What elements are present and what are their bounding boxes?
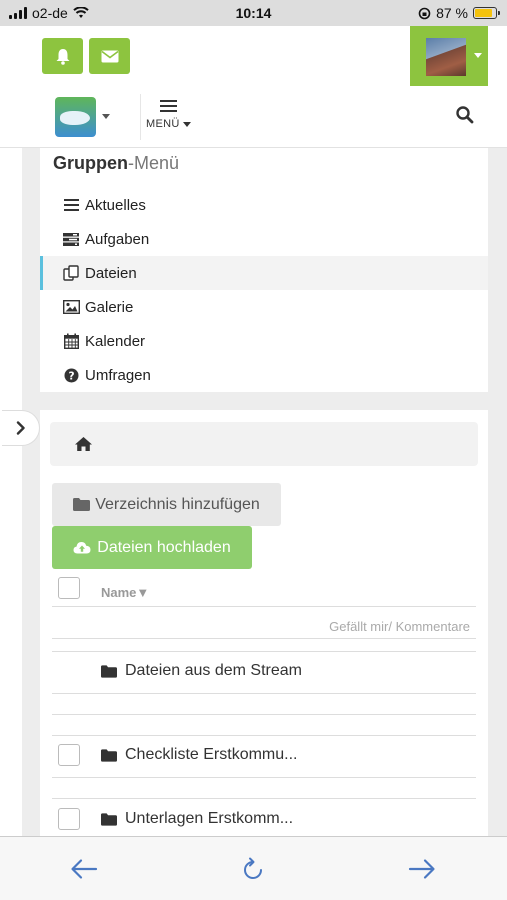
svg-text:?: ? <box>68 370 74 382</box>
top-bar <box>0 26 507 86</box>
sidebar-toggle-button[interactable] <box>2 410 40 446</box>
column-header-name[interactable]: Name▼ <box>101 585 149 600</box>
status-bar: o2-de 10:14 87 % <box>0 0 507 26</box>
avatar <box>426 38 466 76</box>
folder-icon <box>101 748 117 762</box>
battery-icon <box>473 7 500 19</box>
fish-logo-icon <box>60 111 90 125</box>
cloud-upload-icon <box>73 542 91 554</box>
group-menu-title: Gruppen-Menü <box>53 153 180 173</box>
group-menu-item-label: Kalender <box>85 332 146 350</box>
caret-down-icon <box>182 121 191 127</box>
back-button[interactable] <box>68 853 100 885</box>
folder-icon <box>101 664 117 678</box>
calendar-icon <box>62 333 80 349</box>
image-icon <box>62 299 80 315</box>
divider <box>52 735 476 736</box>
group-menu-item-label: Dateien <box>85 264 137 282</box>
messages-button[interactable] <box>89 38 130 74</box>
group-menu-item-umfragen[interactable]: ? Umfragen <box>40 358 488 392</box>
file-row-checkliste[interactable]: Checkliste Erstkommu... <box>101 746 297 764</box>
reload-button[interactable] <box>237 853 269 885</box>
arrow-right-icon <box>408 859 435 879</box>
select-all-checkbox[interactable] <box>58 577 80 599</box>
search-icon[interactable] <box>455 105 475 125</box>
add-directory-button[interactable]: Verzeichnis hinzufügen <box>52 483 281 526</box>
group-menu-item-label: Galerie <box>85 298 134 316</box>
file-row-dateien-aus-dem-stream[interactable]: Dateien aus dem Stream <box>101 662 302 680</box>
group-menu-item-aktuelles[interactable]: Aktuelles <box>40 188 488 222</box>
battery-percent: 87 % <box>436 5 468 21</box>
row-checkbox[interactable] <box>58 744 80 766</box>
divider <box>52 777 476 778</box>
chevron-right-icon <box>16 421 25 435</box>
rotation-lock-icon <box>418 7 431 19</box>
row-checkbox[interactable] <box>58 808 80 830</box>
menu-label: MENÜ <box>146 118 180 130</box>
bell-icon <box>56 48 69 65</box>
question-icon: ? <box>62 367 80 383</box>
browser-toolbar <box>0 836 507 900</box>
envelope-icon <box>101 50 118 62</box>
group-logo[interactable] <box>55 97 96 137</box>
group-menu-item-label: Aufgaben <box>85 230 150 248</box>
group-menu-item-galerie[interactable]: Galerie <box>40 290 488 324</box>
divider <box>52 693 476 694</box>
hamburger-icon <box>160 100 177 112</box>
left-rail <box>0 148 22 836</box>
divider <box>52 606 476 607</box>
arrow-left-icon <box>71 859 98 879</box>
tasks-icon <box>62 231 80 247</box>
file-row-unterlagen[interactable]: Unterlagen Erstkomm... <box>101 810 293 828</box>
group-menu-item-aufgaben[interactable]: Aufgaben <box>40 222 488 256</box>
group-menu-item-kalender[interactable]: Kalender <box>40 324 488 358</box>
divider <box>52 714 476 715</box>
files-icon <box>62 265 80 281</box>
notifications-button[interactable] <box>42 38 83 74</box>
folder-icon <box>73 498 91 511</box>
reload-icon <box>244 857 262 879</box>
divider <box>52 798 476 799</box>
column-header-likes: Gefällt mir/ Kommentare <box>329 619 470 634</box>
file-row-label: Checkliste Erstkommu... <box>125 746 298 763</box>
divider <box>52 638 476 639</box>
upload-files-button[interactable]: Dateien hochladen <box>52 526 252 569</box>
caret-down-icon[interactable] <box>102 114 110 119</box>
divider <box>52 651 476 652</box>
group-menu-item-label: Umfragen <box>85 366 151 384</box>
user-menu-button[interactable] <box>410 26 488 86</box>
main-menu-button[interactable]: MENÜ <box>140 94 196 140</box>
group-menu: Gruppen-Menü Aktuelles Aufgaben Dateien … <box>40 148 488 392</box>
files-panel: Verzeichnis hinzufügen Dateien hochladen… <box>40 410 488 836</box>
forward-button[interactable] <box>406 853 438 885</box>
group-menu-item-dateien[interactable]: Dateien <box>40 256 488 290</box>
nav-bar: MENÜ <box>0 86 507 148</box>
add-directory-label: Verzeichnis hinzufügen <box>95 495 260 513</box>
home-icon[interactable] <box>74 436 93 452</box>
list-icon <box>62 197 80 213</box>
caret-down-icon <box>474 53 482 58</box>
folder-icon <box>101 812 117 826</box>
breadcrumb <box>50 422 478 466</box>
file-row-label: Unterlagen Erstkomm... <box>125 810 294 827</box>
upload-files-label: Dateien hochladen <box>97 538 231 556</box>
file-row-label: Dateien aus dem Stream <box>125 662 302 679</box>
group-menu-item-label: Aktuelles <box>85 196 146 214</box>
